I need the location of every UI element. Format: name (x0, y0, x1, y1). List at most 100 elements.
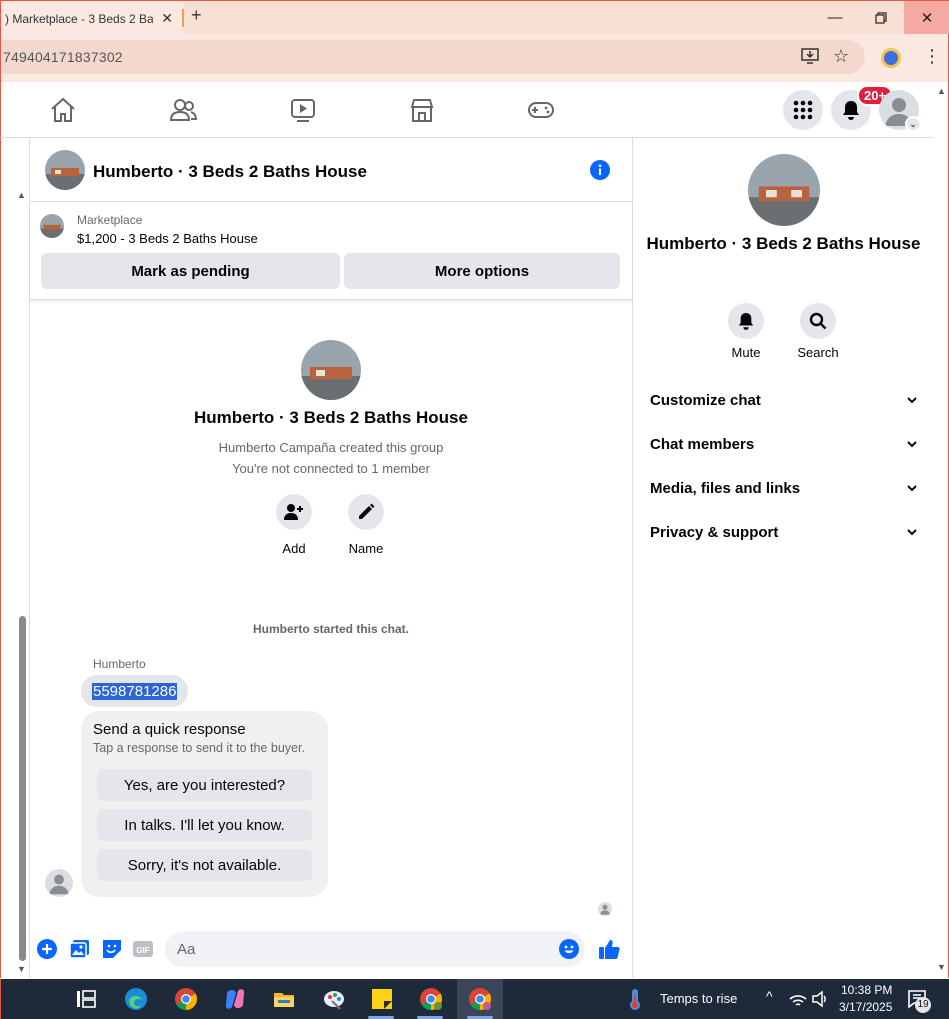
pencil-icon (359, 503, 375, 519)
listing-price-title[interactable]: $1,200 - 3 Beds 2 Baths House (77, 231, 258, 246)
wifi-icon[interactable] (789, 987, 807, 1011)
panel-chat-title: Humberto · 3 Beds 2 Baths House (646, 234, 921, 253)
gaming-icon[interactable] (527, 96, 555, 124)
show-hidden-icons-chevron-icon[interactable]: ^ (766, 988, 773, 1004)
browser-tab-bar: ) Marketplace - 3 Beds 2 Ba ✕ + — ✕ (0, 0, 949, 35)
left-scroll-strip: ▲ ▼ (0, 138, 30, 978)
scroll-down-arrow-icon[interactable]: ▼ (937, 962, 946, 972)
marketplace-icon[interactable] (408, 96, 436, 124)
quick-response-title: Send a quick response (93, 721, 246, 738)
listing-thumbnail-icon[interactable] (45, 150, 85, 190)
page-scrollbar[interactable]: ▲ ▼ (933, 82, 949, 978)
quick-response-in-talks-button[interactable]: In talks. I'll let you know. (97, 809, 312, 841)
browser-tab-marketplace[interactable]: ) Marketplace - 3 Beds 2 Ba ✕ (1, 2, 183, 35)
mute-button[interactable]: Mute (711, 303, 781, 360)
install-app-icon[interactable] (801, 48, 819, 69)
thermometer-icon[interactable] (625, 987, 645, 1011)
quick-response-card: Send a quick response Tap a response to … (81, 711, 328, 897)
info-icon[interactable] (590, 160, 610, 180)
add-member-button[interactable]: Add (259, 494, 329, 556)
notification-count-badge: 19 (915, 997, 931, 1013)
close-window-button[interactable]: ✕ (904, 1, 949, 34)
sender-avatar[interactable] (45, 869, 73, 897)
new-tab-plus-icon[interactable]: + (191, 5, 202, 26)
quick-response-subtitle: Tap a response to send it to the buyer. (93, 741, 305, 755)
add-person-icon (284, 504, 303, 520)
video-icon[interactable] (289, 96, 317, 124)
friends-icon[interactable] (169, 96, 197, 124)
tab-title: ) Marketplace - 3 Beds 2 Ba (5, 11, 153, 26)
gif-icon[interactable]: GIF (132, 938, 154, 960)
chat-title[interactable]: Humberto · 3 Beds 2 Baths House (93, 162, 367, 182)
chevron-down-icon (907, 529, 917, 536)
quick-response-interested-button[interactable]: Yes, are you interested? (97, 769, 312, 801)
browser-menu-icon[interactable]: ⋮ (923, 46, 941, 67)
default-user-icon (49, 874, 69, 895)
chat-details-panel: Humberto · 3 Beds 2 Baths House Mute Sea… (632, 138, 933, 978)
chat-scrollbar-thumb[interactable] (19, 616, 26, 961)
group-title: Humberto · 3 Beds 2 Baths House (194, 408, 468, 427)
chevron-down-icon[interactable]: ⌄ (905, 116, 921, 132)
bookmark-star-icon[interactable]: ☆ (833, 46, 849, 67)
mark-as-pending-button[interactable]: Mark as pending (41, 253, 340, 289)
edge-browser-icon[interactable] (124, 987, 148, 1011)
task-view-icon[interactable] (74, 987, 98, 1011)
windows-taskbar: Temps to rise ^ 10:38 PM 3/17/2025 19 (0, 979, 949, 1019)
mute-circle (728, 303, 764, 339)
quick-response-not-available-button[interactable]: Sorry, it's not available. (97, 849, 312, 881)
section-label: Chat members (650, 436, 755, 453)
url-text[interactable]: 749404171837302 (3, 49, 123, 65)
section-label: Customize chat (650, 392, 761, 409)
photo-icon[interactable] (69, 938, 91, 960)
marketplace-listing-card: Marketplace $1,200 - 3 Beds 2 Baths Hous… (30, 202, 632, 300)
paint-icon[interactable] (322, 987, 346, 1011)
chrome-icon[interactable] (174, 987, 198, 1011)
message-input[interactable]: Aa (165, 931, 585, 967)
extension-icon[interactable] (881, 48, 901, 68)
browser-address-bar: 749404171837302 ☆ ⋮ (0, 34, 949, 82)
search-in-chat-button[interactable]: Search (783, 303, 853, 360)
chrome-active-icon[interactable] (468, 987, 492, 1011)
chrome-profile-icon[interactable] (419, 987, 443, 1011)
tab-divider (182, 9, 184, 27)
message-bubble[interactable]: 5598781286 (81, 675, 189, 707)
tab-close-icon[interactable]: ✕ (161, 10, 173, 27)
pencil-circle (348, 494, 384, 530)
omnibox[interactable]: 749404171837302 ☆ (1, 40, 865, 74)
weather-text[interactable]: Temps to rise (660, 991, 737, 1006)
scroll-down-arrow-icon[interactable]: ▼ (17, 964, 26, 974)
message-input-placeholder: Aa (177, 941, 196, 958)
plus-circle-icon[interactable] (36, 938, 58, 960)
media-files-links-section[interactable]: Media, files and links (650, 480, 924, 497)
chat-members-section[interactable]: Chat members (650, 436, 924, 453)
add-person-circle (276, 494, 312, 530)
restore-window-button[interactable] (858, 1, 904, 34)
sticker-icon[interactable] (101, 938, 123, 960)
chevron-down-icon (907, 485, 917, 492)
emoji-icon[interactable] (559, 939, 579, 959)
speaker-icon[interactable] (811, 987, 829, 1011)
customize-chat-section[interactable]: Customize chat (650, 392, 924, 409)
thumbs-up-icon[interactable] (598, 938, 620, 960)
copilot-icon[interactable] (223, 987, 247, 1011)
scroll-up-arrow-icon[interactable]: ▲ (937, 86, 946, 96)
clock-date[interactable]: 3/17/2025 (839, 1000, 892, 1014)
minimize-window-button[interactable]: — (812, 1, 858, 34)
sticky-notes-icon[interactable] (370, 987, 394, 1011)
grid-menu-icon (793, 100, 813, 120)
mute-label: Mute (731, 345, 761, 360)
more-options-button[interactable]: More options (344, 253, 620, 289)
sender-name: Humberto (93, 657, 146, 671)
bell-icon (843, 101, 859, 120)
clock-time[interactable]: 10:38 PM (841, 983, 892, 997)
privacy-support-section[interactable]: Privacy & support (650, 524, 924, 541)
search-icon (809, 312, 827, 330)
file-explorer-icon[interactable] (272, 987, 296, 1011)
home-icon[interactable] (49, 96, 77, 124)
name-group-button[interactable]: Name (331, 494, 401, 556)
facebook-top-nav: 20+ ⌄ (0, 82, 949, 138)
message-text-selected[interactable]: 5598781286 (92, 682, 178, 700)
scroll-up-arrow-icon[interactable]: ▲ (17, 190, 26, 200)
menu-grid-button[interactable] (783, 90, 823, 130)
listing-small-thumbnail-icon[interactable] (40, 214, 64, 238)
